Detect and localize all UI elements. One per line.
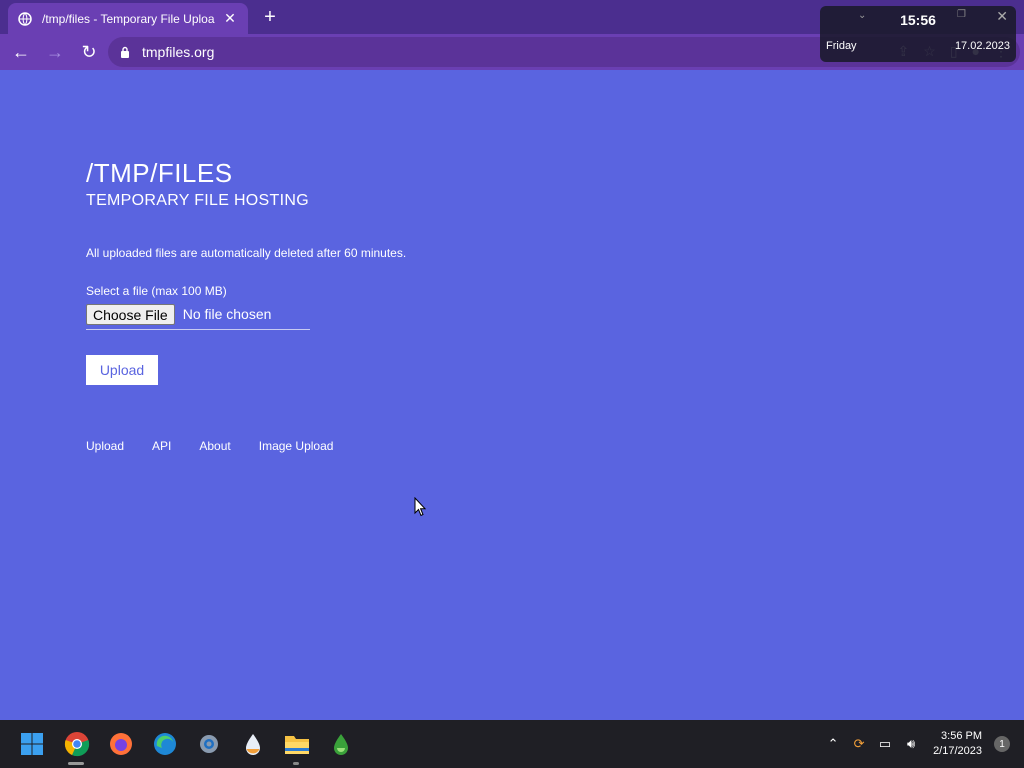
- green-drop-app-icon[interactable]: [325, 728, 357, 760]
- close-icon[interactable]: ✕: [996, 8, 1008, 25]
- forward-button[interactable]: →: [40, 37, 70, 67]
- page-title: /TMP/FILES: [86, 158, 233, 188]
- browser-tab[interactable]: /tmp/files - Temporary File Uploa ✕: [8, 3, 248, 34]
- edge-icon[interactable]: [149, 728, 181, 760]
- page-content: /TMP/FILES TEMPORARY FILE HOSTING All up…: [86, 158, 406, 453]
- water-drop-app-icon[interactable]: [237, 728, 269, 760]
- taskbar-date: 2/17/2023: [933, 745, 982, 757]
- firefox-icon[interactable]: [105, 728, 137, 760]
- back-button[interactable]: ←: [6, 37, 36, 67]
- sync-icon[interactable]: ⟳: [849, 736, 869, 752]
- file-input[interactable]: Choose File No file chosen: [86, 304, 310, 330]
- taskbar: ⌃ ⟳ ▭ 🔊︎ 3:56 PM 2/17/2023 1: [0, 720, 1024, 768]
- link-image-upload[interactable]: Image Upload: [259, 439, 334, 453]
- new-tab-button[interactable]: +: [258, 6, 282, 28]
- notification-badge[interactable]: 1: [994, 736, 1010, 752]
- restore-icon[interactable]: ❐: [957, 9, 966, 20]
- link-api[interactable]: API: [152, 439, 171, 453]
- link-about[interactable]: About: [199, 439, 230, 453]
- clock-widget: ⌄ 15:56 ❐ ✕ Friday 17.02.2023: [820, 6, 1016, 62]
- settings-gear-icon[interactable]: [193, 728, 225, 760]
- open-app-indicator: [293, 762, 299, 765]
- tab-title: /tmp/files - Temporary File Uploa: [42, 11, 215, 26]
- globe-icon: [18, 11, 32, 26]
- file-label: Select a file (max 100 MB): [86, 284, 227, 298]
- url-text: tmpfiles.org: [142, 44, 215, 60]
- chrome-icon[interactable]: [61, 728, 93, 760]
- chevron-up-icon[interactable]: ⌃: [823, 736, 843, 752]
- file-explorer-icon[interactable]: [281, 728, 313, 760]
- retention-notice: All uploaded files are automatically del…: [86, 246, 407, 260]
- close-tab-icon[interactable]: ✕: [222, 10, 238, 27]
- taskbar-clock[interactable]: 3:56 PM 2/17/2023: [933, 729, 982, 759]
- widget-date: 17.02.2023: [954, 40, 1010, 52]
- system-tray: ⌃ ⟳ ▭ 🔊︎ 3:56 PM 2/17/2023 1: [823, 720, 1024, 768]
- page-subtitle: TEMPORARY FILE HOSTING: [86, 192, 309, 209]
- lock-icon: [121, 46, 129, 58]
- network-icon[interactable]: ▭: [875, 736, 895, 752]
- taskbar-time: 3:56 PM: [941, 730, 982, 742]
- active-app-indicator: [68, 762, 84, 765]
- reload-button[interactable]: ↻: [74, 37, 104, 67]
- upload-button[interactable]: Upload: [86, 355, 158, 385]
- widget-time: 15:56: [900, 12, 936, 28]
- windows-start-icon[interactable]: [16, 728, 48, 760]
- no-file-text: No file chosen: [182, 306, 272, 322]
- widget-day: Friday: [826, 40, 857, 52]
- volume-icon[interactable]: 🔊︎: [901, 736, 921, 752]
- mouse-cursor-icon: [414, 497, 426, 517]
- link-upload[interactable]: Upload: [86, 439, 124, 453]
- choose-file-button[interactable]: Choose File: [86, 304, 175, 325]
- footer-links: Upload API About Image Upload: [86, 439, 406, 453]
